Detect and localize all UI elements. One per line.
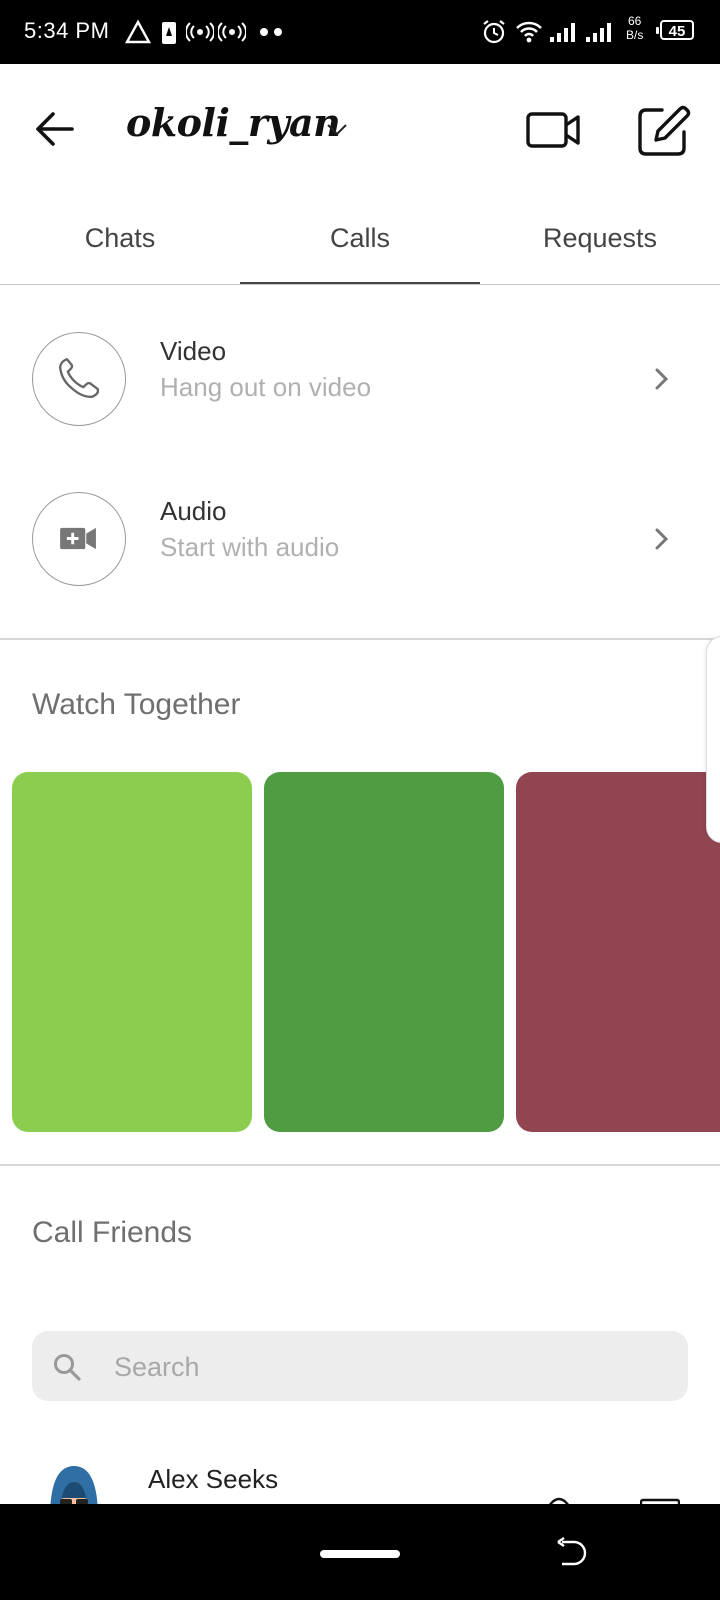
tab-requests[interactable]: Requests [480, 206, 720, 284]
friend-list-item[interactable]: Alex Seeks [0, 1440, 720, 1504]
account-name[interactable]: okoli_ryan [126, 100, 341, 145]
alarm-icon [483, 20, 505, 44]
signal-icon [586, 23, 611, 42]
more-notifications-icon [260, 28, 282, 36]
hotspot-icon [218, 22, 246, 42]
video-call-option[interactable]: Video Hang out on video [0, 318, 720, 458]
video-camera-plus-icon [60, 527, 96, 550]
status-bar: 5:34 PM 66 B/s 45 [0, 0, 720, 64]
option-title: Audio [160, 496, 227, 526]
call-friends-title: Call Friends [32, 1216, 193, 1249]
header: okoli_ryan [0, 64, 720, 194]
battery-indicator: 45 [656, 20, 694, 40]
search-input[interactable] [112, 1343, 656, 1391]
network-speed: 66 B/s [626, 14, 643, 42]
system-navigation-bar [0, 1504, 720, 1600]
audio-call-option[interactable]: Audio Start with audio [0, 478, 720, 618]
watch-together-card[interactable] [264, 772, 504, 1132]
phone-icon [58, 357, 100, 399]
back-gesture-icon[interactable] [556, 1534, 592, 1570]
network-speed-unit: B/s [626, 28, 644, 42]
option-icon-circle [32, 492, 126, 586]
section-divider [0, 1164, 720, 1166]
wifi-icon [516, 21, 542, 43]
friend-name: Alex Seeks [148, 1464, 279, 1494]
tab-calls[interactable]: Calls [240, 206, 480, 284]
avatar [50, 1466, 98, 1504]
hotspot-icon [186, 22, 214, 42]
option-icon-circle [32, 332, 126, 426]
search-box[interactable] [32, 1331, 688, 1401]
signal-icon [550, 23, 575, 42]
new-message-icon[interactable] [636, 102, 692, 158]
option-title: Video [160, 336, 227, 366]
watch-together-card[interactable] [12, 772, 252, 1132]
chevron-right-icon [655, 528, 669, 550]
option-subtitle: Start with audio [160, 532, 340, 562]
network-speed-value: 66 [627, 14, 642, 28]
option-subtitle: Hang out on video [160, 372, 372, 402]
status-time: 5:34 PM [24, 18, 110, 43]
watch-together-title: Watch Together [32, 688, 241, 721]
side-panel-handle[interactable] [706, 636, 720, 843]
search-icon [54, 1354, 81, 1381]
tab-chats[interactable]: Chats [0, 206, 240, 284]
tab-bar: Chats Calls Requests [0, 206, 720, 285]
chevron-right-icon [655, 368, 669, 390]
navigation-triangle-icon [124, 19, 152, 44]
watch-together-card[interactable] [516, 772, 720, 1132]
video-call-icon[interactable] [526, 106, 582, 154]
back-arrow-icon[interactable] [28, 104, 84, 154]
battery-saver-icon [162, 22, 176, 44]
home-gesture-pill[interactable] [320, 1550, 400, 1558]
phone-icon[interactable] [546, 1494, 572, 1504]
chevron-down-icon[interactable] [326, 118, 348, 140]
section-divider [0, 638, 720, 640]
